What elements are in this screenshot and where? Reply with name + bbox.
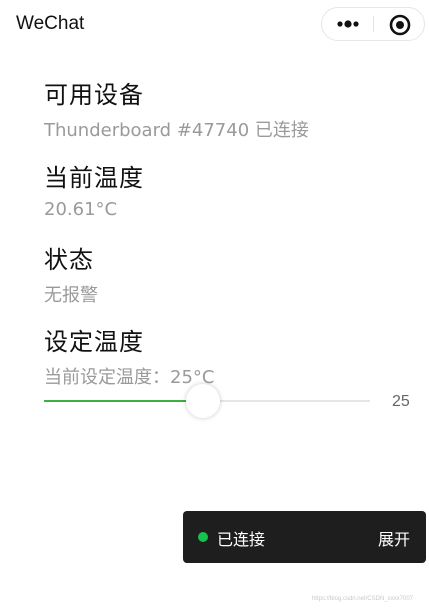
slider-value: 25 [392, 393, 410, 410]
menu-capsule [321, 7, 425, 41]
capsule-divider [373, 16, 374, 32]
watermark: https://blog.csdn.net/CSDN_xxxx7007 [311, 596, 413, 602]
temperature-value: 20.61°C [44, 199, 118, 220]
status-value: 无报警 [44, 285, 98, 306]
device-section: 可用设备 Thunderboard #47740 已连接 [44, 75, 309, 142]
setpoint-heading: 设定温度 [44, 328, 144, 356]
temperature-slider[interactable] [44, 384, 370, 420]
status-heading: 状态 [44, 246, 94, 274]
temperature-section: 当前温度 20.61°C [44, 158, 144, 220]
setpoint-section: 设定温度 当前设定温度：25°C [44, 322, 214, 389]
close-circle-icon[interactable] [388, 13, 412, 37]
temperature-heading: 当前温度 [44, 164, 144, 192]
device-heading: 可用设备 [44, 81, 144, 109]
more-dots-icon[interactable] [335, 14, 361, 34]
navigation-bar: WeChat [0, 0, 429, 50]
status-section: 状态 无报警 [44, 240, 98, 307]
app-title: WeChat [16, 13, 85, 34]
device-status-text: Thunderboard #47740 已连接 [44, 120, 309, 141]
expand-button[interactable]: 展开 [378, 526, 410, 550]
connected-dot-icon [198, 532, 208, 542]
toast-status-label: 已连接 [217, 530, 266, 549]
connection-toast: 已连接 展开 [183, 511, 426, 563]
slider-thumb[interactable] [186, 384, 220, 418]
slider-fill [44, 400, 194, 402]
